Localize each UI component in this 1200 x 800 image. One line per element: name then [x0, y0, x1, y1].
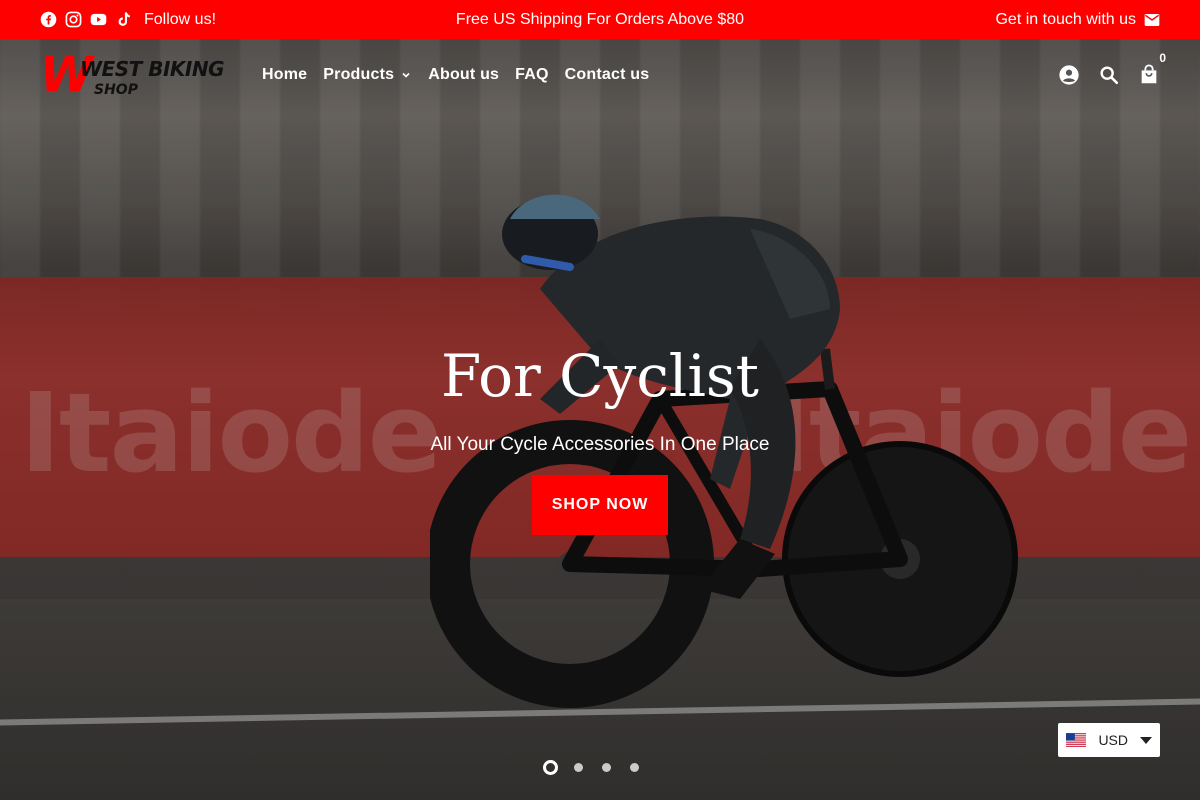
hero-slideshow: Itaiode Itaiode	[0, 39, 1200, 800]
slide-dot-4[interactable]	[630, 763, 639, 772]
hero-subtitle: All Your Cycle Accessories In One Place	[430, 434, 770, 455]
slideshow-dots	[543, 760, 639, 775]
logo-wordmark: WEST BIKING SHOP	[80, 57, 225, 98]
shop-now-button[interactable]: SHOP NOW	[532, 475, 668, 535]
social-links: Follow us!	[40, 11, 216, 29]
cart-icon	[1141, 64, 1157, 84]
logo-line-1: WEST BIKING	[80, 57, 225, 81]
logo-line-2: SHOP	[94, 82, 138, 98]
nav-home[interactable]: Home	[262, 66, 307, 84]
currency-selector[interactable]: USD	[1058, 723, 1160, 757]
promo-text[interactable]: Free US Shipping For Orders Above $80	[456, 11, 744, 28]
us-flag-icon	[1066, 733, 1087, 747]
nav-products-label: Products	[323, 66, 395, 83]
site-header: W WEST BIKING SHOP Home Products About u…	[0, 39, 1200, 111]
hero-overlay	[0, 39, 1200, 800]
cart-count-badge: 0	[1159, 51, 1166, 65]
nav-products[interactable]: Products	[323, 66, 412, 84]
currency-code: USD	[1098, 732, 1128, 748]
nav-contact-us[interactable]: Contact us	[565, 66, 650, 84]
youtube-icon[interactable]	[90, 11, 107, 28]
tiktok-icon[interactable]	[115, 11, 132, 28]
instagram-icon[interactable]	[65, 11, 82, 28]
search-icon[interactable]	[1098, 64, 1120, 86]
slide-dot-3[interactable]	[602, 763, 611, 772]
main-nav: Home Products About us FAQ Contact us	[262, 66, 649, 84]
nav-faq[interactable]: FAQ	[515, 66, 549, 84]
facebook-icon[interactable]	[40, 11, 57, 28]
follow-us-text: Follow us!	[144, 10, 217, 28]
slide-dot-2[interactable]	[574, 763, 583, 772]
contact-text[interactable]: Get in touch with us	[995, 11, 1136, 29]
contact-link[interactable]: Get in touch with us	[995, 11, 1160, 29]
site-logo[interactable]: W WEST BIKING SHOP	[40, 47, 240, 103]
slide-dot-1[interactable]	[543, 760, 558, 775]
header-icons: 0	[1058, 51, 1166, 86]
mail-icon[interactable]	[1144, 13, 1160, 27]
hero-title: For Cyclist	[441, 342, 759, 410]
announcement-bar: Follow us! Free US Shipping For Orders A…	[0, 0, 1200, 39]
chevron-down-icon	[402, 72, 410, 78]
caret-down-icon	[1140, 736, 1152, 744]
nav-about-us[interactable]: About us	[428, 66, 499, 84]
account-icon[interactable]	[1058, 64, 1080, 86]
cart-button[interactable]: 0	[1138, 51, 1166, 86]
